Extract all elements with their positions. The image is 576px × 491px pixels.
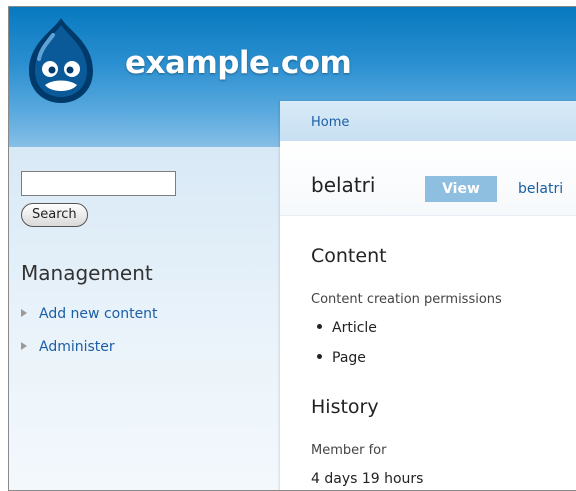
browser-viewport: example.com Search Management Add new co…	[8, 6, 576, 491]
bullet-icon	[317, 354, 322, 359]
tab-view[interactable]: View	[425, 176, 497, 202]
main-content: Home belatri View belatri Content Conten…	[280, 101, 576, 490]
drupal-drop-logo-icon[interactable]	[23, 15, 99, 105]
list-item: Article	[317, 320, 377, 336]
management-title: Management	[21, 261, 153, 285]
list-item-label: Article	[332, 320, 377, 336]
triangle-right-icon	[21, 309, 27, 317]
sidebar-item-label[interactable]: Add new content	[39, 306, 158, 322]
search-button[interactable]: Search	[21, 203, 88, 227]
bullet-icon	[317, 324, 322, 329]
page-title: belatri	[311, 173, 376, 197]
history-section-title: History	[311, 396, 379, 418]
search-input[interactable]	[21, 171, 176, 196]
triangle-right-icon	[21, 342, 27, 350]
tab-belatri[interactable]: belatri	[518, 181, 563, 197]
content-section-title: Content	[311, 245, 387, 267]
sidebar-item-label[interactable]: Administer	[39, 339, 115, 355]
list-item: Page	[317, 350, 366, 366]
member-for-label: Member for	[311, 443, 387, 458]
site-name[interactable]: example.com	[125, 45, 352, 81]
sidebar-item-add-new-content[interactable]: Add new content	[21, 305, 158, 322]
breadcrumb-home-link[interactable]: Home	[311, 115, 349, 130]
breadcrumb: Home	[280, 101, 576, 141]
content-permissions-label: Content creation permissions	[311, 292, 502, 307]
member-for-value: 4 days 19 hours	[311, 471, 424, 487]
list-item-label: Page	[332, 350, 366, 366]
sidebar-item-administer[interactable]: Administer	[21, 338, 115, 355]
